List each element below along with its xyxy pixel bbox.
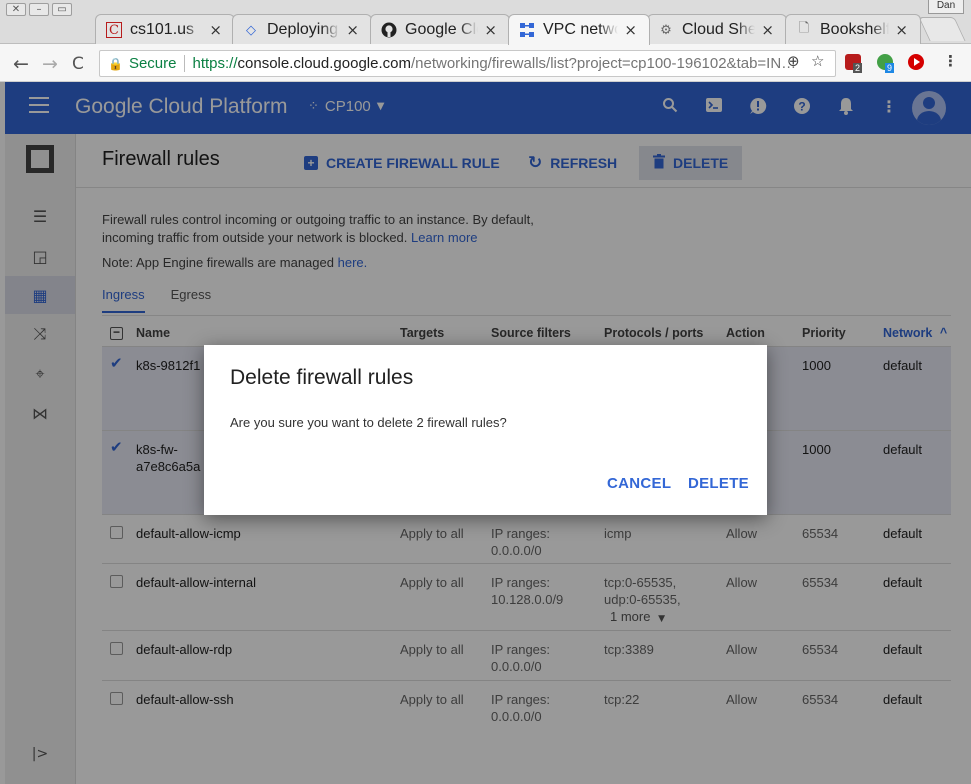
cloudshell-favicon-icon: ⚙ <box>660 22 672 38</box>
browser-tab-strip: ✕ – ▭ C cs101.us × ◇ Deploying App × Goo… <box>0 0 971 45</box>
dialog-title: Delete firewall rules <box>230 366 414 389</box>
tab-label: VPC networks <box>543 21 618 38</box>
lock-icon: 🔒 <box>108 56 123 71</box>
browser-tab-cloudshell[interactable]: ⚙ Cloud Shell × <box>647 14 787 45</box>
url-path: /networking/firewalls/list?project=cp100… <box>410 55 797 72</box>
deploy-favicon-icon: ◇ <box>246 22 256 38</box>
maximize-window-icon[interactable]: ▭ <box>52 3 72 16</box>
confirm-delete-button[interactable]: DELETE <box>688 475 749 492</box>
url-input[interactable]: 🔒 Secure https://console.cloud.google.co… <box>99 50 836 77</box>
secure-label: Secure <box>128 55 177 72</box>
tab-label: Google Cloud <box>405 21 478 38</box>
profile-button[interactable]: Dan <box>928 0 964 14</box>
browser-menu-icon[interactable]: ⋮ <box>943 52 958 70</box>
zoom-icon[interactable]: ⊕ <box>787 52 800 70</box>
tab-label: Cloud Shell <box>682 21 755 38</box>
close-tab-icon[interactable]: × <box>484 21 497 39</box>
dialog-message: Are you sure you want to delete 2 firewa… <box>230 415 507 430</box>
forward-arrow-icon[interactable]: → <box>42 53 58 75</box>
close-window-icon[interactable]: ✕ <box>6 3 26 16</box>
address-bar-row: ← → C 🔒 Secure https://console.cloud.goo… <box>0 44 971 82</box>
close-tab-icon[interactable]: × <box>624 21 637 39</box>
bookmark-star-icon[interactable]: ☆ <box>811 52 824 70</box>
new-tab-button[interactable] <box>918 17 966 41</box>
video-extension-icon[interactable] <box>908 54 924 70</box>
back-arrow-icon[interactable]: ← <box>13 53 29 75</box>
minimize-window-icon[interactable]: – <box>29 3 49 16</box>
delete-confirm-dialog: Delete firewall rules Are you sure you w… <box>204 345 767 515</box>
browser-tab-deploying[interactable]: ◇ Deploying App × <box>232 14 372 45</box>
ublock-extension-icon[interactable]: 2 <box>845 54 863 73</box>
reload-icon[interactable]: C <box>72 54 84 74</box>
page-favicon-icon: 🗋 <box>798 21 810 36</box>
github-favicon-icon <box>381 22 397 38</box>
browser-tab-cs101[interactable]: C cs101.us × <box>95 14 235 45</box>
close-tab-icon[interactable]: × <box>895 21 908 39</box>
url-scheme: https:// <box>192 55 238 72</box>
tab-label: cs101.us <box>130 21 195 38</box>
c-favicon-icon: C <box>106 22 122 38</box>
tab-label: Deploying App <box>267 21 340 38</box>
omnibox-divider <box>184 55 186 72</box>
green-extension-icon[interactable]: 9 <box>877 54 895 73</box>
cancel-button[interactable]: CANCEL <box>607 475 671 492</box>
browser-tab-github[interactable]: Google Cloud × <box>370 14 510 45</box>
url-host: console.cloud.google.com <box>237 55 411 72</box>
close-tab-icon[interactable]: × <box>761 21 774 39</box>
browser-tab-vpc[interactable]: VPC networks × <box>508 14 650 45</box>
close-tab-icon[interactable]: × <box>209 21 222 39</box>
tab-label: Bookshelf - Python <box>820 21 890 38</box>
window-controls: ✕ – ▭ <box>6 3 72 16</box>
vpc-favicon-icon <box>519 22 535 38</box>
close-tab-icon[interactable]: × <box>346 21 359 39</box>
browser-tab-bookshelf[interactable]: 🗋 Bookshelf - Python × <box>785 14 921 45</box>
